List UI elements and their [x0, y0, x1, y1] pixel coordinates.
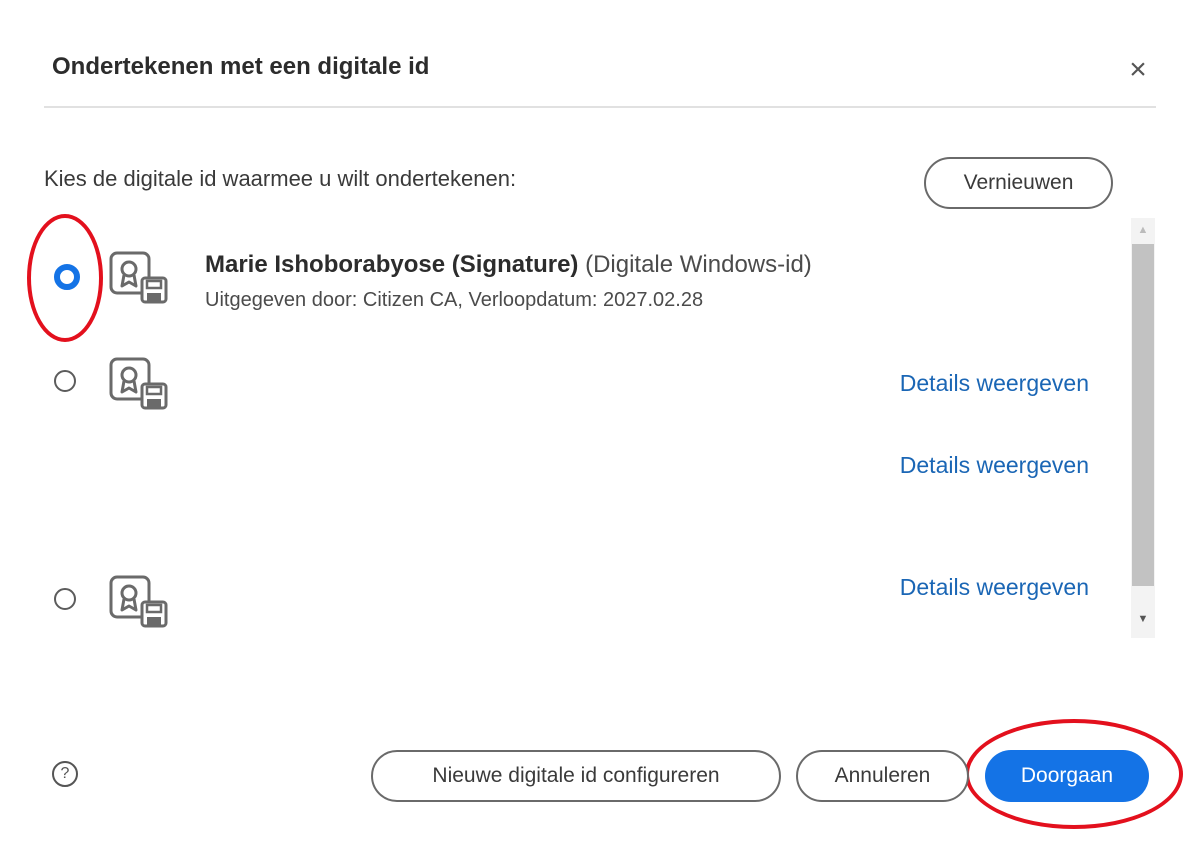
digital-id-list: Marie Ishoborabyose (Signature) (Digital…	[40, 218, 1158, 638]
id-type: (Digitale Windows-id)	[585, 251, 812, 278]
details-link[interactable]: Details weergeven	[900, 574, 1089, 601]
scroll-up-icon[interactable]: ▲	[1131, 224, 1155, 238]
id-radio[interactable]	[54, 588, 76, 610]
refresh-button[interactable]: Vernieuwen	[924, 157, 1113, 209]
certificate-icon	[109, 357, 168, 410]
id-radio-selected[interactable]	[54, 264, 80, 290]
scrollbar[interactable]: ▲ ▼	[1131, 218, 1155, 638]
cancel-button[interactable]: Annuleren	[796, 750, 969, 802]
title-divider	[44, 106, 1156, 108]
continue-button[interactable]: Doorgaan	[985, 750, 1149, 802]
details-link[interactable]: Details weergeven	[900, 452, 1089, 479]
configure-new-id-button[interactable]: Nieuwe digitale id configureren	[371, 750, 781, 802]
scrollbar-thumb[interactable]	[1132, 244, 1154, 586]
scroll-down-icon[interactable]: ▼	[1131, 613, 1155, 627]
id-holder-name: Marie Ishoborabyose (Signature)	[205, 251, 579, 278]
help-icon[interactable]: ?	[52, 761, 78, 787]
details-link[interactable]: Details weergeven	[900, 370, 1089, 397]
id-name: Marie Ishoborabyose (Signature) (Digital…	[205, 251, 812, 279]
certificate-icon	[109, 251, 168, 304]
close-icon[interactable]: ×	[1124, 55, 1152, 85]
id-issuer-expiry: Uitgegeven door: Citizen CA, Verloopdatu…	[205, 289, 704, 311]
sign-dialog: Ondertekenen met een digitale id × Kies …	[0, 0, 1185, 846]
choose-id-prompt: Kies de digitale id waarmee u wilt onder…	[44, 166, 517, 191]
id-radio[interactable]	[54, 370, 76, 392]
dialog-title: Ondertekenen met een digitale id	[52, 53, 430, 80]
certificate-icon	[109, 575, 168, 628]
